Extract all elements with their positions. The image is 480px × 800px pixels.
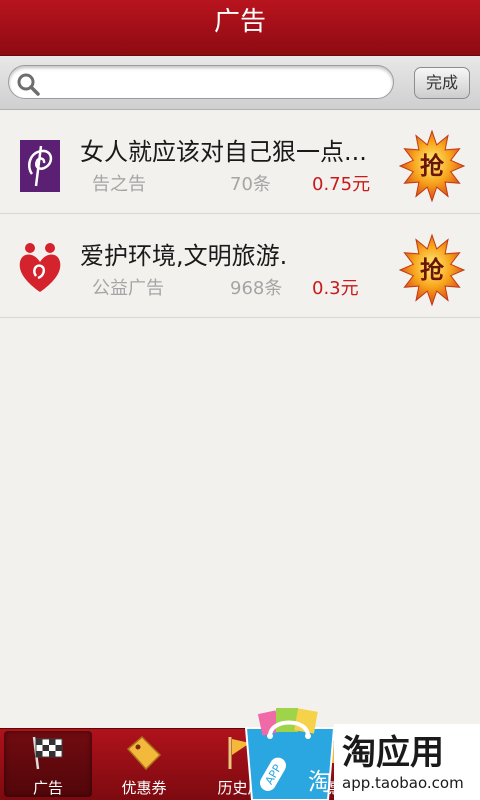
tab-coupons-2[interactable]: 优惠券 — [292, 731, 380, 797]
tab-label: 个人中心 — [401, 779, 462, 797]
coupon-tag-icon — [126, 735, 162, 771]
grab-label: 抢 — [420, 256, 444, 284]
grab-button[interactable]: 抢 — [396, 233, 468, 307]
ad-count: 70条 — [230, 174, 271, 195]
search-field[interactable] — [8, 65, 394, 99]
list-item[interactable]: 爱护环境,文明旅游. 公益广告 968条 0.3元 抢 — [0, 214, 480, 318]
ad-price: 0.3元 — [312, 278, 359, 299]
ad-logo-icon — [20, 140, 60, 192]
ad-source: 公益广告 — [92, 278, 164, 299]
list-item[interactable]: 女人就应该对自己狠一点... 告之告 70条 0.75元 抢 — [0, 110, 480, 214]
tab-label: 优惠券 — [121, 779, 167, 797]
ad-source: 告之告 — [92, 174, 146, 195]
search-input[interactable] — [45, 70, 385, 94]
tab-profile[interactable]: 个人中心 — [388, 731, 476, 797]
charity-heart-icon — [19, 243, 61, 292]
ad-price: 0.75元 — [312, 174, 371, 195]
ad-title: 爱护环境,文明旅游. — [80, 242, 288, 270]
bottom-tab-bar: 广告 优惠券 历史广 优惠券 个人中心 — [0, 728, 480, 800]
done-button[interactable]: 完成 — [414, 67, 470, 99]
tab-history[interactable]: 历史广 — [196, 731, 284, 797]
person-icon — [418, 739, 446, 769]
flag-icon — [228, 737, 250, 769]
checkered-flag-icon — [32, 736, 63, 770]
title-bar: 广告 — [0, 0, 480, 56]
search-bar: 完成 — [0, 56, 480, 110]
ad-count: 968条 — [230, 278, 283, 299]
grab-label: 抢 — [420, 152, 444, 180]
search-icon — [17, 73, 40, 96]
tab-label: 历史广 — [217, 779, 263, 797]
tab-ads[interactable]: 广告 — [4, 731, 92, 797]
ad-title: 女人就应该对自己狠一点... — [80, 138, 367, 166]
coupon-icon — [322, 743, 350, 763]
tab-label: 广告 — [32, 779, 63, 797]
tab-label: 优惠券 — [313, 779, 359, 797]
page-title: 广告 — [213, 7, 266, 37]
tab-coupons[interactable]: 优惠券 — [100, 731, 188, 797]
grab-button[interactable]: 抢 — [396, 129, 468, 203]
ad-list: 女人就应该对自己狠一点... 告之告 70条 0.75元 抢 爱护环境,文明旅游… — [0, 110, 480, 318]
